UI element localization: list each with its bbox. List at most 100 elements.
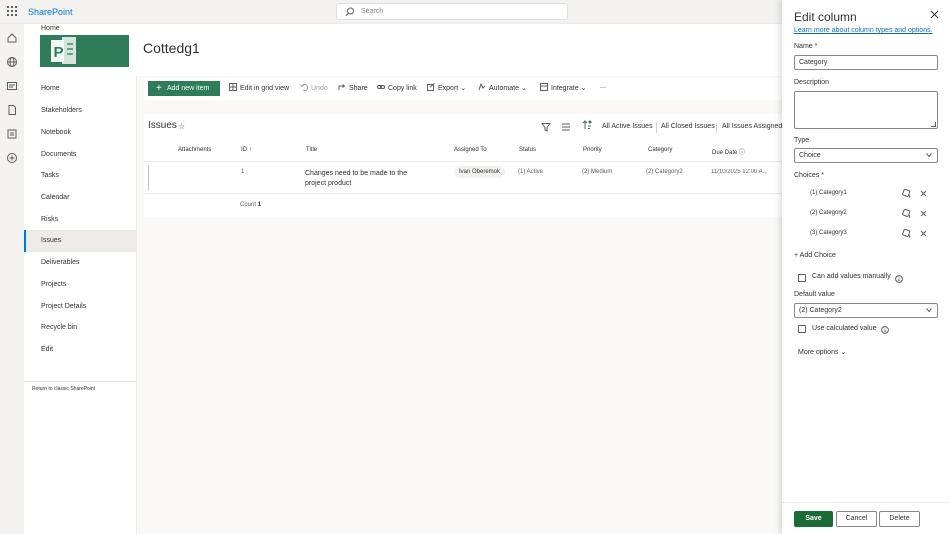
table-header: Attachments ID ↑ Title Assigned To Statu… — [144, 140, 782, 162]
table-row[interactable]: 1 Changes need to be made to the project… — [144, 162, 782, 194]
edit-grid-label: Edit in grid view — [240, 85, 290, 92]
can-add-manually-checkbox[interactable] — [798, 274, 806, 282]
command-bar: + Add new item Edit in grid view Undo Sh… — [144, 78, 782, 100]
choice-item[interactable]: (3) Category3 — [810, 230, 847, 236]
resize-handle[interactable] — [931, 122, 936, 127]
description-label: Description — [794, 79, 830, 86]
nav-item-tasks[interactable]: Tasks — [24, 165, 137, 187]
can-add-manually-label: Can add values manually — [812, 273, 891, 280]
color-fill-icon[interactable] — [902, 209, 911, 218]
cancel-button[interactable]: Cancel — [836, 511, 877, 527]
view-all-active-issues[interactable]: All Active Issues — [602, 123, 653, 130]
view-all-closed-issues[interactable]: All Closed Issues — [661, 123, 715, 130]
learn-more-link[interactable]: Learn more about column types and option… — [794, 27, 933, 34]
add-choice-button[interactable]: + Add Choice — [794, 252, 836, 259]
nav-item-issues[interactable]: Issues — [24, 230, 137, 252]
nav-divider — [24, 381, 137, 382]
create-icon[interactable] — [6, 152, 18, 164]
column-header-title[interactable]: Title — [306, 147, 317, 153]
site-header: Home P Cottedg1 — [24, 24, 782, 76]
integrate-chevron-icon: ⌄ — [580, 85, 587, 92]
nav-item-stakeholders[interactable]: Stakeholders — [24, 100, 137, 122]
delete-choice-icon[interactable] — [919, 229, 928, 238]
description-field[interactable] — [794, 91, 938, 129]
nav-item-home[interactable]: Home — [24, 78, 137, 100]
app-rail — [0, 24, 24, 534]
nav-item-notebook[interactable]: Notebook — [24, 122, 137, 144]
delete-choice-icon[interactable] — [919, 189, 928, 198]
nav-item-project-details[interactable]: Project Details — [24, 296, 137, 318]
close-icon[interactable] — [930, 10, 939, 19]
automate-button[interactable]: Automate ⌄ — [478, 83, 527, 92]
type-dropdown[interactable]: Choice — [794, 148, 938, 163]
info-icon[interactable] — [895, 275, 903, 283]
undo-icon — [300, 83, 308, 91]
nav-item-calendar[interactable]: Calendar — [24, 187, 137, 209]
sort-icon[interactable] — [582, 120, 592, 130]
delete-button[interactable]: Delete — [879, 511, 920, 527]
choice-item[interactable]: (1) Category1 — [810, 190, 847, 196]
filter-icon[interactable] — [541, 122, 551, 132]
nav-item-edit[interactable]: Edit — [24, 339, 137, 361]
type-value: Choice — [799, 152, 821, 159]
integrate-icon — [540, 83, 548, 91]
chevron-down-icon — [926, 308, 932, 313]
use-calculated-checkbox[interactable] — [798, 325, 806, 333]
default-value-dropdown[interactable]: (2) Category2 — [794, 303, 938, 318]
save-button[interactable]: Save — [794, 511, 833, 527]
choice-item[interactable]: (2) Category2 — [810, 210, 847, 216]
return-to-classic-link[interactable]: Return to classic SharePoint — [32, 386, 95, 392]
row-selection-bar — [148, 165, 149, 191]
cell-title[interactable]: Changes need to be made to the project p… — [305, 169, 425, 189]
add-new-item-button[interactable]: + Add new item — [148, 81, 220, 96]
color-fill-icon[interactable] — [902, 189, 911, 198]
more-options-toggle[interactable]: More options ⌄ — [798, 348, 846, 356]
column-header-assigned-to[interactable]: Assigned To — [454, 147, 487, 153]
automate-chevron-icon: ⌄ — [520, 85, 527, 92]
view-all-issues-assigned[interactable]: All Issues Assigned — [722, 123, 782, 130]
svg-text:P: P — [54, 44, 64, 61]
app-launcher-icon[interactable] — [7, 6, 17, 16]
more-options-label: More options — [798, 349, 839, 356]
globe-icon[interactable] — [6, 56, 18, 68]
file-icon[interactable] — [6, 104, 18, 116]
plus-icon: + — [156, 83, 162, 94]
info-icon[interactable] — [881, 326, 889, 334]
nav-item-recycle-bin[interactable]: Recycle bin — [24, 317, 137, 339]
cell-due-date: 11/10/2025 12:00 A... — [711, 169, 768, 175]
column-header-category[interactable]: Category — [648, 147, 672, 153]
nav-item-projects[interactable]: Projects — [24, 274, 137, 296]
news-icon[interactable] — [6, 80, 18, 92]
count-label: Count — [240, 202, 257, 208]
column-header-attachments[interactable]: Attachments — [178, 147, 211, 153]
more-commands-button[interactable]: ... — [600, 83, 606, 90]
site-logo[interactable]: P — [40, 35, 129, 67]
column-header-status[interactable]: Status — [519, 147, 536, 153]
search-box[interactable]: Search — [336, 3, 568, 20]
favorite-star-icon[interactable]: ☆ — [178, 122, 185, 131]
nav-item-documents[interactable]: Documents — [24, 144, 137, 166]
column-header-priority[interactable]: Priority — [583, 147, 602, 153]
panel-footer: Save Cancel Delete — [782, 502, 950, 534]
color-fill-icon[interactable] — [902, 229, 911, 238]
integrate-button[interactable]: Integrate ⌄ — [540, 83, 586, 92]
export-button[interactable]: Export ⌄ — [427, 83, 466, 92]
name-field[interactable]: Category — [794, 55, 938, 70]
share-button[interactable]: Share — [338, 83, 368, 92]
brand-link[interactable]: SharePoint — [28, 7, 73, 17]
delete-choice-icon[interactable] — [919, 209, 928, 218]
panel-title: Edit column — [794, 10, 857, 24]
edit-grid-button[interactable]: Edit in grid view — [229, 83, 289, 92]
undo-button[interactable]: Undo — [300, 83, 328, 92]
cell-assigned-to[interactable]: Ivan Oberemok — [454, 166, 506, 178]
breadcrumb-home[interactable]: Home — [41, 25, 60, 32]
project-logo-icon: P — [51, 37, 76, 64]
column-header-due-date[interactable]: Due Date ⓘ — [712, 147, 745, 156]
nav-item-risks[interactable]: Risks — [24, 209, 137, 231]
column-header-id[interactable]: ID ↑ — [241, 147, 252, 153]
nav-item-deliverables[interactable]: Deliverables — [24, 252, 137, 274]
home-icon[interactable] — [6, 32, 18, 44]
view-options-icon[interactable] — [561, 122, 571, 132]
copy-link-button[interactable]: Copy link — [377, 83, 417, 92]
lists-icon[interactable] — [6, 128, 18, 140]
